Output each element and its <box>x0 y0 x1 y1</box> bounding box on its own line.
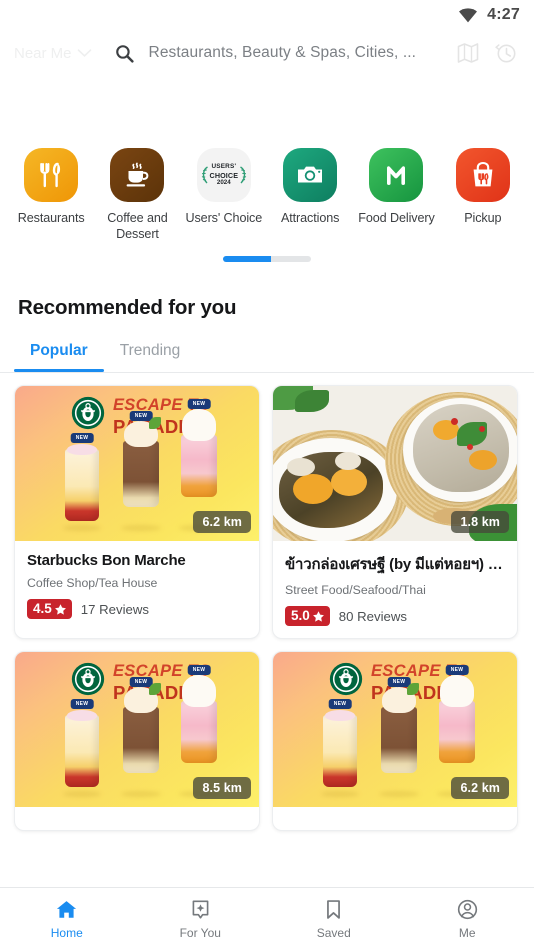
card-category: Coffee Shop/Tea House <box>27 576 158 591</box>
status-time: 4:27 <box>487 6 520 23</box>
recommendation-tabs: Popular Trending <box>0 338 534 373</box>
drink-1: NEW <box>63 698 101 797</box>
card-title: Starbucks Bon Marche <box>27 552 186 570</box>
camera-icon <box>283 148 338 202</box>
coffee-cup-icon <box>110 148 165 202</box>
card-body <box>15 807 259 830</box>
card-image: ESCAPE TO PARADISE NEW NEW <box>273 651 517 807</box>
category-label: Pickup <box>464 211 502 225</box>
category-item-restaurants[interactable]: Restaurants <box>8 148 94 242</box>
category-page-indicator[interactable] <box>0 256 534 263</box>
card-body: ข้าวกล่องเศรษฐี (by มีแต่หอยฯ) บา... Str… <box>273 541 517 638</box>
list-item[interactable]: 1.8 km ข้าวกล่องเศรษฐี (by มีแต่หอยฯ) บา… <box>272 385 518 639</box>
bottom-navigation: Home For You Saved Me <box>0 887 534 949</box>
star-icon <box>312 610 324 622</box>
category-label: Users' Choice <box>185 211 263 225</box>
nav-label: For You <box>179 925 221 940</box>
drink-2: NEW <box>121 411 161 532</box>
list-item[interactable]: ESCAPE TO PARADISE NEW NEW <box>14 650 260 831</box>
users-choice-badge-icon: USERS' CHOICE 2024 <box>196 148 251 202</box>
card-image: ESCAPE TO PARADISE NEW NEW <box>15 386 259 542</box>
distance-badge: 8.5 km <box>193 776 251 799</box>
distance-badge: 6.2 km <box>451 776 509 799</box>
category-label: Coffee and Dessert <box>107 211 168 241</box>
review-count: 17 Reviews <box>80 601 149 617</box>
nav-item-for-you[interactable]: For You <box>134 888 268 949</box>
nav-item-home[interactable]: Home <box>0 888 134 949</box>
rating-row: 4.5 17 Reviews <box>27 599 247 619</box>
rating-value: 5.0 <box>291 608 310 624</box>
distance-badge: 6.2 km <box>193 511 251 534</box>
drink-1: NEW <box>63 433 101 532</box>
card-title: ข้าวกล่องเศรษฐี (by มีแต่หอยฯ) บา... <box>285 556 505 574</box>
fork-knife-icon <box>24 148 79 202</box>
search-bar[interactable] <box>92 43 456 64</box>
status-badge: 5.0 <box>285 606 330 626</box>
card-body <box>273 807 517 830</box>
card-image: 1.8 km <box>273 386 517 542</box>
takeout-bag-icon <box>455 148 510 202</box>
review-count: 80 Reviews <box>338 608 407 624</box>
new-tag: NEW <box>70 433 94 444</box>
nav-label: Home <box>50 925 83 940</box>
category-item-users-choice[interactable]: USERS' CHOICE 2024 Users' Choice <box>181 148 267 242</box>
list-item[interactable]: ESCAPE TO PARADISE NEW NEW <box>14 385 260 639</box>
location-label: Near Me <box>14 44 72 62</box>
page-dot-active <box>223 256 271 263</box>
distance-badge: 1.8 km <box>451 511 509 534</box>
recommendation-card-grid: ESCAPE TO PARADISE NEW NEW NEW 6.2 km St… <box>0 373 534 831</box>
category-item-pickup[interactable]: Pickup <box>440 148 526 242</box>
category-item-food-delivery[interactable]: Food Delivery <box>353 148 439 242</box>
drink-1: NEW <box>321 698 359 797</box>
app-screen: 4:27 Near Me Restaurants, Beauty & Spas,… <box>0 0 534 949</box>
nav-item-me[interactable]: Me <box>401 888 534 949</box>
new-tag: NEW <box>187 664 211 675</box>
category-label: Attractions <box>280 211 340 225</box>
tab-popular[interactable]: Popular <box>14 338 104 373</box>
header-action-icons <box>456 41 522 65</box>
new-tag: NEW <box>328 698 352 709</box>
new-tag: NEW <box>129 676 153 687</box>
list-item[interactable]: ESCAPE TO PARADISE NEW NEW <box>272 650 518 831</box>
star-icon <box>54 603 66 615</box>
page-dot-inactive <box>271 256 311 263</box>
card-image: ESCAPE TO PARADISE NEW NEW <box>15 651 259 807</box>
new-tag: NEW <box>70 698 94 709</box>
rating-row: 5.0 80 Reviews <box>285 606 505 626</box>
category-item-attractions[interactable]: Attractions <box>267 148 353 242</box>
drink-2: NEW <box>379 676 419 797</box>
bookmark-icon <box>327 899 341 919</box>
card-body: Starbucks Bon Marche Coffee Shop/Tea Hou… <box>15 541 259 631</box>
wifi-icon <box>459 8 478 23</box>
nav-label: Me <box>458 925 476 940</box>
map-icon[interactable] <box>456 41 480 65</box>
category-label: Food Delivery <box>358 211 435 225</box>
nav-label: Saved <box>316 925 351 940</box>
page-title: Recommended for you <box>18 296 237 320</box>
category-label: Restaurants <box>17 211 85 225</box>
foryou-icon <box>192 899 209 919</box>
history-clock-icon[interactable] <box>494 41 518 65</box>
card-category: Street Food/Seafood/Thai <box>285 583 426 598</box>
status-bar: 4:27 <box>0 0 534 30</box>
location-selector[interactable]: Near Me <box>14 45 92 62</box>
nav-item-saved[interactable]: Saved <box>267 888 401 949</box>
category-strip: Restaurants Coffee and Dessert USERS' CH… <box>0 148 534 242</box>
new-tag: NEW <box>387 676 411 687</box>
chevron-down-icon <box>77 49 91 57</box>
search-header: Near Me <box>0 30 534 76</box>
m-letter-icon <box>369 148 424 202</box>
home-icon <box>57 900 77 918</box>
category-item-coffee-and-dessert[interactable]: Coffee and Dessert <box>94 148 180 242</box>
account-icon <box>457 899 477 919</box>
new-tag: NEW <box>445 664 469 675</box>
status-badge: 4.5 <box>27 599 72 619</box>
search-input[interactable] <box>148 44 456 62</box>
search-icon <box>115 44 134 63</box>
new-tag: NEW <box>187 399 211 410</box>
tab-trending[interactable]: Trending <box>104 338 197 372</box>
drink-2: NEW <box>121 676 161 797</box>
rating-value: 4.5 <box>33 601 52 617</box>
